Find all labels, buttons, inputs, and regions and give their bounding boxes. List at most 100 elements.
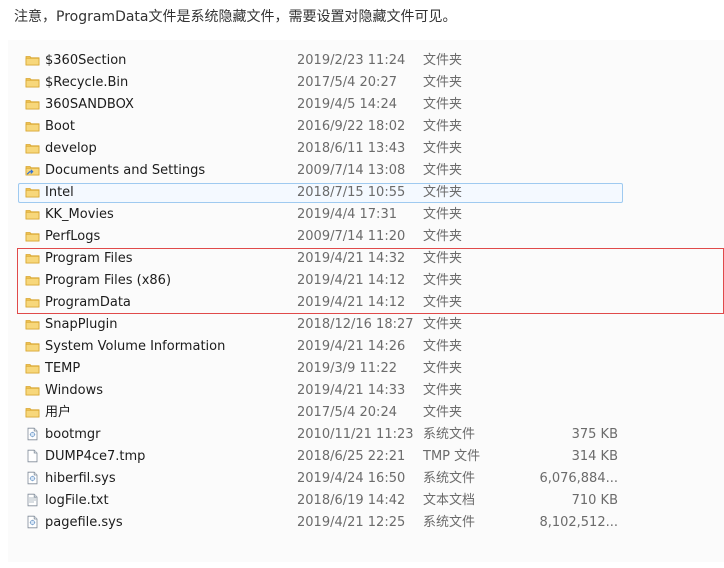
file-row[interactable]: hiberfil.sys 2019/4/24 16:50 系统文件 6,076,884… bbox=[8, 468, 724, 490]
folder-icon bbox=[25, 53, 40, 67]
file-row[interactable]: Windows 2019/4/21 14:33 文件夹 bbox=[8, 380, 724, 402]
file-type: 文件夹 bbox=[423, 317, 463, 332]
file-name: hiberfil.sys bbox=[45, 471, 116, 486]
file-type: 文件夹 bbox=[423, 75, 463, 90]
folder-icon bbox=[25, 141, 40, 155]
file-date: 2019/2/23 11:24 bbox=[297, 53, 406, 68]
file-row[interactable]: KK_Movies 2019/4/4 17:31 文件夹 bbox=[8, 204, 724, 226]
file-size: 375 KB bbox=[571, 427, 618, 442]
file-date: 2019/4/4 17:31 bbox=[297, 207, 397, 222]
file-row[interactable]: 360SANDBOX 2019/4/5 14:24 文件夹 bbox=[8, 94, 724, 116]
file-name: PerfLogs bbox=[45, 229, 101, 244]
file-date: 2018/12/16 18:27 bbox=[297, 317, 414, 332]
file-name: KK_Movies bbox=[45, 207, 114, 222]
file-row[interactable]: System Volume Information 2019/4/21 14:26… bbox=[8, 336, 724, 358]
file-type: 文件夹 bbox=[423, 185, 463, 200]
file-name: Boot bbox=[45, 119, 75, 134]
file-name: SnapPlugin bbox=[45, 317, 118, 332]
file-row[interactable]: DUMP4ce7.tmp 2018/6/25 22:21 TMP 文件 314 KB bbox=[8, 446, 724, 468]
file-type: 文件夹 bbox=[423, 339, 463, 354]
file-date: 2018/6/19 14:42 bbox=[297, 493, 406, 508]
file-list-panel: $360Section 2019/2/23 11:24 文件夹 $Recycle.B… bbox=[8, 40, 724, 562]
file-date: 2019/4/5 14:24 bbox=[297, 97, 397, 112]
file-type: 文件夹 bbox=[423, 361, 463, 376]
file-name: bootmgr bbox=[45, 427, 101, 442]
file-type: 文件夹 bbox=[423, 383, 463, 398]
system-file-icon bbox=[25, 427, 40, 441]
file-type: 文件夹 bbox=[423, 141, 463, 156]
file-name: $360Section bbox=[45, 53, 127, 68]
file-name: pagefile.sys bbox=[45, 515, 123, 530]
file-row[interactable]: Documents and Settings 2009/7/14 13:08 文件夹 bbox=[8, 160, 724, 182]
file-date: 2019/4/21 12:25 bbox=[297, 515, 406, 530]
note-text: 注意，ProgramData文件是系统隐藏文件，需要设置对隐藏文件可见。 bbox=[14, 9, 457, 25]
file-row[interactable]: PerfLogs 2009/7/14 11:20 文件夹 bbox=[8, 226, 724, 248]
file-date: 2017/5/4 20:27 bbox=[297, 75, 397, 90]
file-date: 2018/6/11 13:43 bbox=[297, 141, 406, 156]
file-name: Program Files (x86) bbox=[45, 273, 172, 288]
file-row[interactable]: pagefile.sys 2019/4/21 12:25 系统文件 8,102,512… bbox=[8, 512, 724, 534]
file-type: 文件夹 bbox=[423, 163, 463, 178]
file-row[interactable]: SnapPlugin 2018/12/16 18:27 文件夹 bbox=[8, 314, 724, 336]
system-file-icon bbox=[25, 471, 40, 485]
file-date: 2018/6/25 22:21 bbox=[297, 449, 406, 464]
folder-icon bbox=[25, 317, 40, 331]
file-type: 文件夹 bbox=[423, 119, 463, 134]
file-type: 系统文件 bbox=[423, 515, 476, 530]
file-type: 文件夹 bbox=[423, 251, 463, 266]
folder-icon bbox=[25, 97, 40, 111]
file-type: TMP 文件 bbox=[423, 449, 481, 464]
folder-icon bbox=[25, 229, 40, 243]
file-row[interactable]: Program Files 2019/4/21 14:32 文件夹 bbox=[8, 248, 724, 270]
folder-icon bbox=[25, 339, 40, 353]
file-date: 2019/4/21 14:26 bbox=[297, 339, 406, 354]
folder-icon bbox=[25, 119, 40, 133]
folder-icon bbox=[25, 405, 40, 419]
file-row[interactable]: Intel 2018/7/15 10:55 文件夹 bbox=[8, 182, 724, 204]
file-date: 2009/7/14 11:20 bbox=[297, 229, 406, 244]
folder-icon bbox=[25, 383, 40, 397]
file-type: 文件夹 bbox=[423, 53, 463, 68]
file-row[interactable]: 用户 2017/5/4 20:24 文件夹 bbox=[8, 402, 724, 424]
folder-icon bbox=[25, 207, 40, 221]
file-name: ProgramData bbox=[45, 295, 131, 310]
file-date: 2018/7/15 10:55 bbox=[297, 185, 406, 200]
file-name: 用户 bbox=[45, 405, 72, 420]
folder-icon bbox=[25, 361, 40, 375]
folder-icon bbox=[25, 295, 40, 309]
file-name: Windows bbox=[45, 383, 104, 398]
file-name: System Volume Information bbox=[45, 339, 226, 354]
file-type: 文件夹 bbox=[423, 295, 463, 310]
file-row[interactable]: logFile.txt 2018/6/19 14:42 文本文档 710 KB bbox=[8, 490, 724, 512]
file-date: 2017/5/4 20:24 bbox=[297, 405, 397, 420]
file-icon bbox=[25, 449, 40, 463]
file-date: 2019/4/21 14:12 bbox=[297, 273, 406, 288]
file-type: 文件夹 bbox=[423, 207, 463, 222]
file-date: 2019/4/21 14:12 bbox=[297, 295, 406, 310]
file-date: 2019/4/24 16:50 bbox=[297, 471, 406, 486]
file-row[interactable]: bootmgr 2010/11/21 11:23 系统文件 375 KB bbox=[8, 424, 724, 446]
file-type: 文件夹 bbox=[423, 405, 463, 420]
folder-shortcut-icon bbox=[25, 163, 40, 177]
file-row[interactable]: TEMP 2019/3/9 11:22 文件夹 bbox=[8, 358, 724, 380]
file-row[interactable]: Boot 2016/9/22 18:02 文件夹 bbox=[8, 116, 724, 138]
file-name: TEMP bbox=[45, 361, 81, 376]
text-file-icon bbox=[25, 493, 40, 507]
file-date: 2019/3/9 11:22 bbox=[297, 361, 397, 376]
file-size: 710 KB bbox=[571, 493, 618, 508]
file-row[interactable]: ProgramData 2019/4/21 14:12 文件夹 bbox=[8, 292, 724, 314]
file-row[interactable]: Program Files (x86) 2019/4/21 14:12 文件夹 bbox=[8, 270, 724, 292]
file-row[interactable]: $360Section 2019/2/23 11:24 文件夹 bbox=[8, 50, 724, 72]
file-type: 系统文件 bbox=[423, 427, 476, 442]
file-row[interactable]: develop 2018/6/11 13:43 文件夹 bbox=[8, 138, 724, 160]
file-date: 2019/4/21 14:33 bbox=[297, 383, 406, 398]
folder-icon bbox=[25, 251, 40, 265]
folder-icon bbox=[25, 185, 40, 199]
folder-icon bbox=[25, 75, 40, 89]
file-size: 6,076,884... bbox=[539, 471, 618, 486]
file-size: 314 KB bbox=[571, 449, 618, 464]
file-name: Program Files bbox=[45, 251, 133, 266]
file-row[interactable]: $Recycle.Bin 2017/5/4 20:27 文件夹 bbox=[8, 72, 724, 94]
file-date: 2019/4/21 14:32 bbox=[297, 251, 406, 266]
file-name: DUMP4ce7.tmp bbox=[45, 449, 146, 464]
